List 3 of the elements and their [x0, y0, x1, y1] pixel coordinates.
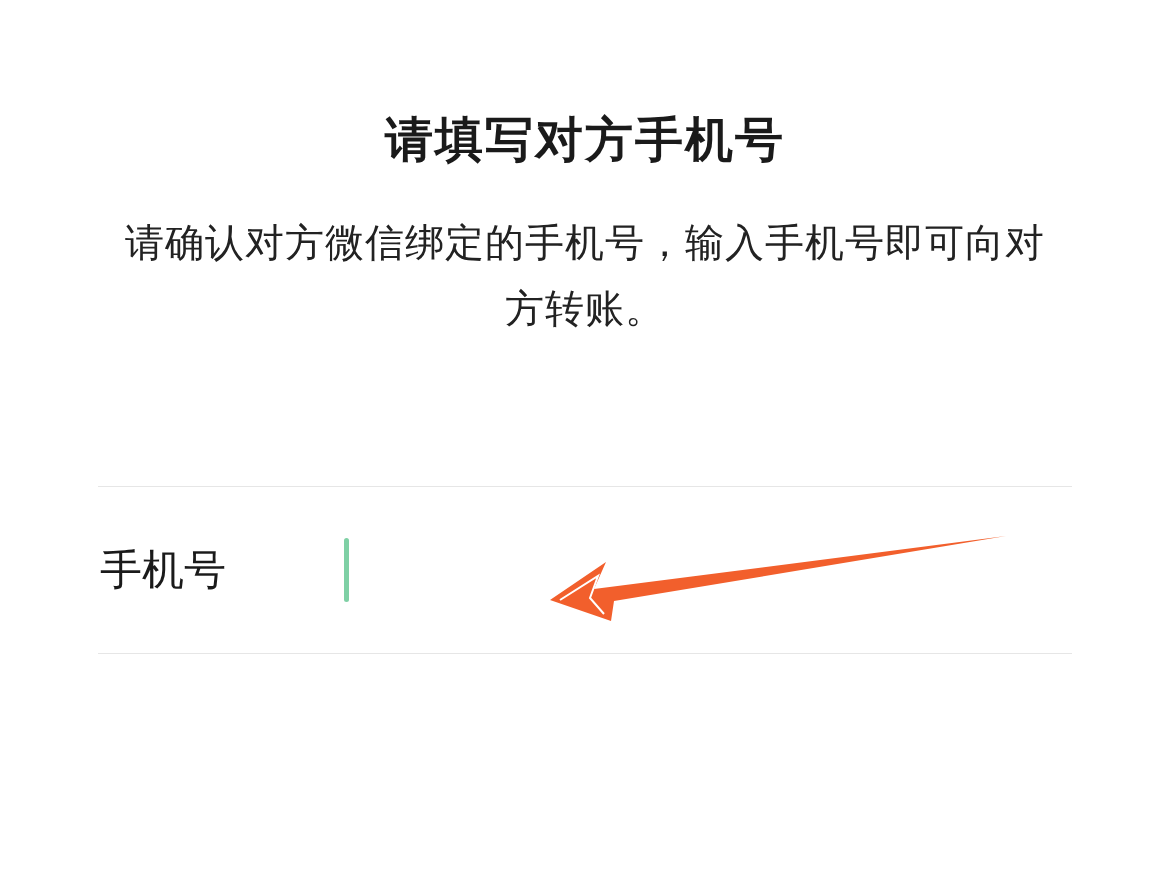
page-title: 请填写对方手机号 — [385, 110, 785, 169]
field-label: 手机号 — [99, 544, 227, 596]
description-text: 请确认对方微信绑定的手机号，输入手机号即可向对方转账。 — [124, 219, 1046, 333]
